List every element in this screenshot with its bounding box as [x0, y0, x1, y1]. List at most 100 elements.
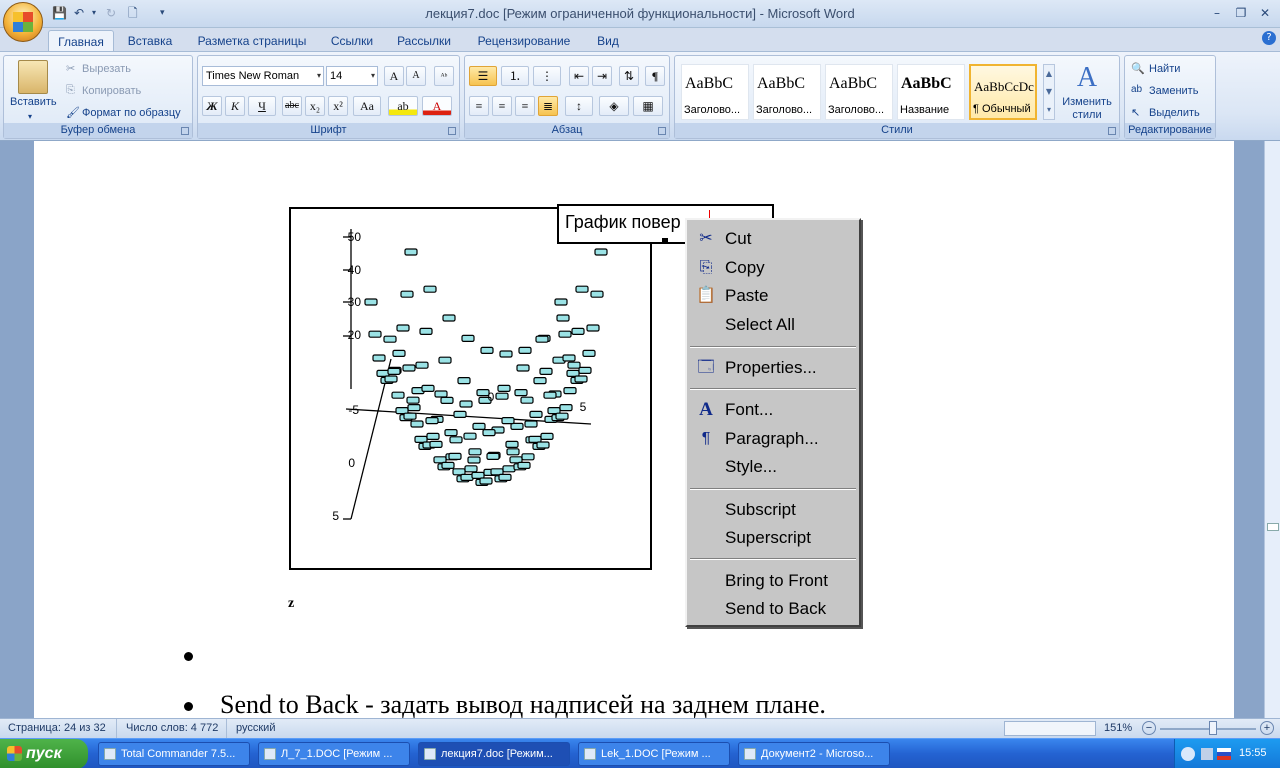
taskbar-item[interactable]: Total Commander 7.5...	[98, 742, 250, 766]
style-title[interactable]: AaBbC Название	[897, 64, 965, 120]
change-styles-button[interactable]: Изменить стили	[1061, 96, 1113, 122]
tab-references[interactable]: Ссылки	[324, 30, 380, 52]
paragraph-launcher-icon[interactable]	[658, 127, 666, 135]
menu-item-subscript[interactable]: Subscript	[687, 496, 859, 524]
styles-launcher-icon[interactable]	[1108, 127, 1116, 135]
decrease-indent-button[interactable]: ⇤	[569, 66, 589, 86]
change-case-button[interactable]: Aa	[353, 96, 381, 116]
paste-icon[interactable]	[18, 60, 48, 94]
clear-formatting-button[interactable]: ᴬᵇ	[434, 66, 454, 86]
menu-item-cut[interactable]: ✂ Cut	[687, 225, 859, 253]
vertical-scrollbar[interactable]	[1264, 141, 1280, 718]
replace-icon[interactable]: ab	[1131, 84, 1142, 95]
style-heading-2[interactable]: AaBbC Заголово...	[753, 64, 821, 120]
copy-button[interactable]: Копировать	[82, 85, 141, 97]
start-button[interactable]: пуск	[0, 739, 88, 768]
line-spacing-button[interactable]: ↕	[565, 96, 593, 116]
font-color-button[interactable]: A	[422, 96, 452, 116]
tab-view[interactable]: Вид	[590, 30, 626, 52]
paste-button[interactable]: Вставить	[10, 96, 57, 108]
format-painter-icon[interactable]: 🖌	[66, 106, 80, 119]
zoom-slider-thumb[interactable]	[1209, 721, 1217, 735]
find-icon[interactable]: 🔍	[1131, 62, 1145, 75]
copy-icon[interactable]: ⎘	[66, 84, 75, 97]
tray-arrow-icon[interactable]	[1181, 747, 1195, 761]
find-button[interactable]: Найти	[1149, 63, 1180, 75]
menu-item-paste[interactable]: 📋 Paste	[687, 282, 859, 310]
align-left-button[interactable]: ≡	[469, 96, 489, 116]
clock[interactable]: 15:55	[1239, 747, 1267, 759]
office-button[interactable]	[3, 2, 43, 42]
styles-gallery-scroll[interactable]: ▲ ▼ ▾	[1043, 64, 1055, 120]
replace-button[interactable]: Заменить	[1149, 85, 1198, 97]
paste-dropdown-icon[interactable]: ▾	[28, 112, 32, 121]
clipboard-launcher-icon[interactable]	[181, 127, 189, 135]
borders-button[interactable]: ▦	[633, 96, 663, 116]
view-buttons[interactable]	[1004, 721, 1096, 736]
tab-insert[interactable]: Вставка	[120, 30, 180, 52]
style-normal[interactable]: AaBbCcDc ¶ Обычный	[969, 64, 1037, 120]
font-launcher-icon[interactable]	[448, 127, 456, 135]
font-size-dropdown-icon[interactable]: ▾	[371, 67, 375, 85]
select-icon[interactable]: ↖	[1131, 106, 1140, 119]
style-heading-1[interactable]: AaBbC Заголово...	[681, 64, 749, 120]
bold-button[interactable]: Ж	[202, 96, 222, 116]
strikethrough-button[interactable]: abc	[282, 96, 302, 116]
align-right-button[interactable]: ≡	[515, 96, 535, 116]
taskbar-item[interactable]: Lek_1.DOC [Режим ...	[578, 742, 730, 766]
zoom-in-icon[interactable]: +	[1260, 721, 1274, 735]
restore-button[interactable]: ❐	[1232, 5, 1250, 21]
increase-indent-button[interactable]: ⇥	[592, 66, 612, 86]
menu-item-properties[interactable]: 🗔 Properties...	[687, 354, 859, 382]
numbering-button[interactable]: ⒈	[501, 66, 529, 86]
menu-item-superscript[interactable]: Superscript	[687, 524, 859, 552]
font-size-combo[interactable]: 14 ▾	[326, 66, 378, 86]
zoom-slider[interactable]	[1160, 728, 1256, 730]
menu-item-style[interactable]: Style...	[687, 453, 859, 481]
shading-button[interactable]: ◈	[599, 96, 629, 116]
surface-plot-frame[interactable]: 50 40 30 20 -5 0 5 0 5	[289, 207, 652, 570]
page-counter[interactable]: Страница: 24 из 32	[8, 722, 106, 734]
minimize-button[interactable]: –	[1208, 5, 1226, 21]
menu-item-bring-to-front[interactable]: Bring to Front	[687, 567, 859, 595]
menu-item-font[interactable]: A Font...	[687, 396, 859, 424]
align-center-button[interactable]: ≡	[492, 96, 512, 116]
sort-button[interactable]: ⇅	[619, 66, 639, 86]
taskbar-item-active[interactable]: лекция7.doc [Режим...	[418, 742, 570, 766]
tab-page-layout[interactable]: Разметка страницы	[190, 30, 314, 52]
tab-review[interactable]: Рецензирование	[468, 30, 580, 52]
sound-icon[interactable]	[1201, 748, 1213, 760]
zoom-level[interactable]: 151%	[1104, 722, 1132, 734]
menu-item-copy[interactable]: ⎘ Copy	[687, 254, 859, 282]
language-flag-icon[interactable]	[1217, 748, 1231, 760]
font-name-combo[interactable]: Times New Roman ▾	[202, 66, 324, 86]
shrink-font-button[interactable]: A	[406, 66, 426, 86]
word-count[interactable]: Число слов: 4 772	[126, 722, 218, 734]
superscript-button[interactable]: x²	[328, 96, 348, 116]
format-painter-button[interactable]: Формат по образцу	[82, 107, 181, 119]
cut-icon[interactable]: ✂	[66, 62, 75, 75]
select-button[interactable]: Выделить	[1149, 107, 1200, 119]
font-name-dropdown-icon[interactable]: ▾	[317, 67, 321, 85]
menu-item-paragraph[interactable]: ¶ Paragraph...	[687, 425, 859, 453]
show-marks-button[interactable]: ¶	[645, 66, 665, 86]
language-indicator[interactable]: русский	[236, 722, 275, 734]
multilevel-list-button[interactable]: ⋮	[533, 66, 561, 86]
bullets-button[interactable]: ☰	[469, 66, 497, 86]
grow-font-button[interactable]: A	[384, 66, 404, 86]
cut-button[interactable]: Вырезать	[82, 63, 131, 75]
close-button[interactable]: ✕	[1256, 5, 1274, 21]
justify-button[interactable]: ≣	[538, 96, 558, 116]
tab-home[interactable]: Главная	[48, 30, 114, 52]
highlight-button[interactable]: ab	[388, 96, 418, 116]
taskbar-item[interactable]: Документ2 - Microso...	[738, 742, 890, 766]
underline-button[interactable]: Ч	[248, 96, 276, 116]
selection-handle[interactable]	[662, 238, 668, 242]
italic-button[interactable]: К	[225, 96, 245, 116]
menu-item-send-to-back[interactable]: Send to Back	[687, 595, 859, 623]
change-styles-icon[interactable]: A	[1067, 62, 1107, 94]
tab-mailings[interactable]: Рассылки	[390, 30, 458, 52]
taskbar-item[interactable]: Л_7_1.DOC [Режим ...	[258, 742, 410, 766]
scrollbar-thumb[interactable]	[1267, 523, 1279, 531]
help-icon[interactable]: ?	[1262, 31, 1276, 45]
